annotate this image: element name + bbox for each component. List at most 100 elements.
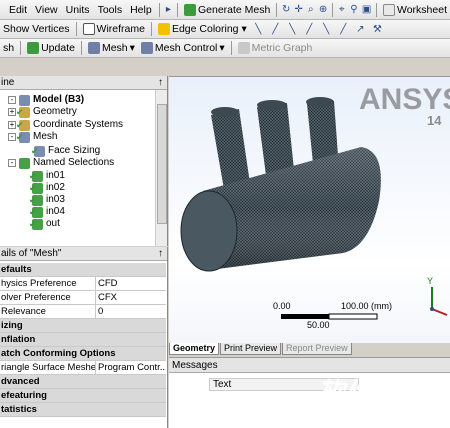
mesh-control-label: Mesh Control	[154, 42, 218, 54]
worksheet-button[interactable]: Worksheet	[380, 2, 450, 18]
tree-node-icon: ✔	[29, 206, 43, 218]
menu-edit[interactable]: Edit	[5, 4, 31, 16]
mesh-control-button[interactable]: Mesh Control ▾	[138, 40, 228, 56]
menu-view[interactable]: View	[31, 4, 62, 16]
details-property-row[interactable]: hysics Preference CFD	[0, 277, 166, 291]
separator	[332, 2, 333, 17]
details-property-row[interactable]: Relevance 0	[0, 305, 166, 319]
edge-style-icon[interactable]: ╲	[252, 23, 265, 36]
details-group-header[interactable]: atch Conforming Options	[0, 347, 166, 361]
checkmark-icon: ✔	[29, 170, 37, 181]
tree-node-icon: ✔	[29, 194, 43, 206]
model-canvas[interactable]: ANSYS 14 0.00 100.00 (mm) 50.00	[169, 77, 450, 343]
tree-item-in01[interactable]: ✔ in01	[29, 170, 65, 182]
wrench-icon[interactable]: ⚒	[371, 23, 384, 36]
expand-icon[interactable]: +	[8, 108, 16, 116]
mesh-icon	[87, 42, 100, 54]
tree-item-face-sizing[interactable]: ✔ Face Sizing	[31, 145, 101, 157]
tree-node-icon: ✔	[31, 145, 45, 157]
property-name: Relevance	[0, 305, 96, 318]
tree-item-label: in01	[46, 170, 65, 181]
details-group-header[interactable]: efeaturing	[0, 389, 166, 403]
menu-help[interactable]: Help	[126, 4, 156, 16]
zoom-fit-icon[interactable]: ⌖	[338, 3, 346, 16]
details-group-header[interactable]: tatistics	[0, 403, 166, 417]
details-property-row[interactable]: olver Preference CFX	[0, 291, 166, 305]
mesh-control-icon	[140, 42, 153, 54]
view-tabs: Geometry Print Preview Report Preview	[169, 343, 450, 355]
tree-item-geometry[interactable]: + ✔ Geometry	[8, 106, 77, 118]
tree-item-label: Mesh	[33, 131, 58, 142]
pointer-icon[interactable]: ↗	[354, 23, 367, 36]
rotate-icon[interactable]: ↻	[282, 3, 290, 16]
chevron-down-icon: ▾	[129, 42, 135, 54]
checkmark-icon: ✔	[16, 131, 24, 142]
select-icon[interactable]: ▸	[164, 3, 172, 16]
collapse-icon[interactable]: -	[8, 159, 16, 167]
tab-print-preview[interactable]: Print Preview	[220, 343, 282, 355]
tree-item-label: Named Selections	[33, 157, 115, 168]
edge-style-5-icon[interactable]: ╲	[320, 23, 333, 36]
tree-item-named-selections[interactable]: - Named Selections	[8, 157, 114, 169]
show-vertices-button[interactable]: Show Vertices	[0, 21, 73, 37]
graphics-viewport[interactable]: ANSYS 14 0.00 100.00 (mm) 50.00	[169, 76, 450, 343]
details-group-header[interactable]: efaults	[0, 263, 166, 277]
axis-triad[interactable]	[430, 287, 448, 316]
menu-units[interactable]: Units	[62, 4, 94, 16]
generate-mesh-button[interactable]: Generate Mesh	[181, 2, 273, 18]
collapse-icon[interactable]: -	[8, 96, 16, 104]
tree-node-icon: ✔	[29, 218, 43, 230]
tree-item-model-b3[interactable]: - Model (B3)	[8, 94, 84, 106]
tree-item-mesh[interactable]: - ✔ Mesh	[8, 131, 57, 143]
pan-icon[interactable]: ✛	[294, 3, 302, 16]
property-value[interactable]: 0	[96, 305, 166, 318]
details-group-header[interactable]: nflation	[0, 333, 166, 347]
property-value[interactable]: CFD	[96, 277, 166, 290]
tab-geometry[interactable]: Geometry	[169, 343, 220, 355]
edge-style-6-icon[interactable]: ╱	[337, 23, 350, 36]
pin-icon[interactable]: ↑	[158, 247, 167, 260]
outline-title: ine	[1, 77, 15, 88]
details-property-row[interactable]: riangle Surface Mesher Program Contr...	[0, 361, 166, 375]
update-button[interactable]: Update	[24, 40, 78, 56]
wireframe-button[interactable]: Wireframe	[80, 21, 148, 37]
tree-node-icon: ✔	[16, 119, 30, 131]
tree-item-in02[interactable]: ✔ in02	[29, 182, 65, 194]
tree-item-out[interactable]: ✔ out	[29, 218, 60, 230]
outline-scroll-thumb[interactable]	[157, 104, 167, 224]
tree-item-label: Face Sizing	[48, 145, 101, 156]
graphics-toolbar: Show Vertices Wireframe Edge Coloring ▾ …	[0, 20, 450, 39]
expand-icon[interactable]: +	[8, 121, 16, 129]
collapse-icon[interactable]: -	[8, 133, 16, 141]
pin-icon[interactable]: ↑	[158, 76, 167, 89]
tree-node-icon: ✔	[29, 182, 43, 194]
edge-style-2-icon[interactable]: ╱	[269, 23, 282, 36]
generate-mesh-icon	[183, 3, 196, 16]
zoom-box-icon[interactable]: ⊕	[319, 3, 327, 16]
property-value[interactable]: Program Contr...	[96, 361, 166, 374]
metric-graph-button[interactable]: Metric Graph	[235, 40, 316, 56]
tree-item-label: in04	[46, 206, 65, 217]
scale-bar	[281, 313, 378, 320]
mesh-dropdown-button[interactable]: Mesh ▾	[85, 40, 138, 56]
checkmark-icon: ✔	[16, 106, 24, 117]
property-value[interactable]: CFX	[96, 291, 166, 304]
edge-coloring-button[interactable]: Edge Coloring ▾	[155, 21, 250, 37]
details-group-header[interactable]: izing	[0, 319, 166, 333]
outline-scrollbar[interactable]	[155, 90, 167, 246]
tree-item-in04[interactable]: ✔ in04	[29, 206, 65, 218]
menu-tools[interactable]: Tools	[94, 4, 127, 16]
tree-item-coordinate-systems[interactable]: + ✔ Coordinate Systems	[8, 119, 123, 131]
separator	[75, 22, 77, 36]
view-icon[interactable]: ▣	[362, 3, 371, 16]
edge-style-3-icon[interactable]: ╲	[286, 23, 299, 36]
chevron-down-icon: ▾	[219, 42, 225, 54]
details-group-header[interactable]: dvanced	[0, 375, 166, 389]
separator	[150, 22, 152, 36]
zoom-icon[interactable]: ⌕	[307, 3, 315, 16]
magnifier-icon[interactable]: ⚲	[350, 3, 358, 16]
y-axis-label: Y	[427, 276, 433, 286]
tab-report-preview[interactable]: Report Preview	[282, 343, 352, 355]
edge-style-4-icon[interactable]: ╱	[303, 23, 316, 36]
tree-item-in03[interactable]: ✔ in03	[29, 194, 65, 206]
